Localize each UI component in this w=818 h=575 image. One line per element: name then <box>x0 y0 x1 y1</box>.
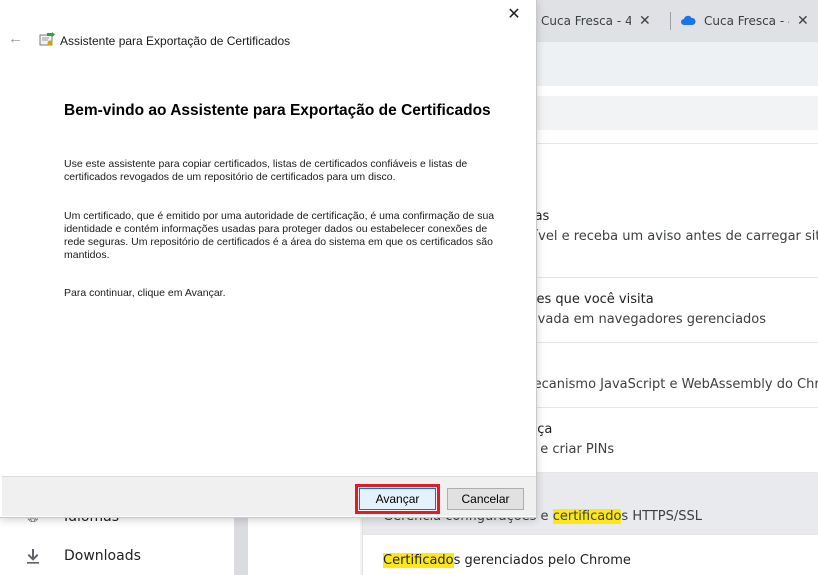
search-highlight: Certificado <box>383 553 454 568</box>
download-icon <box>24 547 42 565</box>
row-subtitle: ativada em navegadores gerenciados <box>521 312 767 327</box>
back-arrow-icon[interactable]: ← <box>8 30 23 47</box>
sidebar-item-downloads[interactable]: Downloads <box>24 547 141 565</box>
row-text: s gerenciados pelo Chrome <box>453 553 631 568</box>
dialog-footer: Avançar Cancelar <box>2 476 536 516</box>
certificate-icon <box>39 32 55 46</box>
next-button[interactable]: Avançar <box>355 484 440 514</box>
close-icon[interactable]: ✕ <box>502 4 526 24</box>
tab-title: Cuca Fresca - 4.4 <box>704 14 789 28</box>
managed-certificates-row[interactable]: Certificados gerenciados pelo Chrome <box>363 535 818 575</box>
sidebar-scrollbar[interactable] <box>234 515 248 575</box>
close-tab-icon[interactable]: ✕ <box>639 13 651 29</box>
instruction-paragraph: Para continuar, clique em Avançar. <box>64 287 226 299</box>
tab-title: Cuca Fresca - 4.4 <box>541 14 631 28</box>
browser-tab[interactable]: Cuca Fresca - 4.4 ✕ <box>541 8 651 34</box>
tab-separator <box>670 12 671 30</box>
close-tab-icon[interactable]: ✕ <box>797 13 809 29</box>
page-heading: Bem-vindo ao Assistente para Exportação … <box>64 102 491 119</box>
row-subtitle: mecanismo JavaScript e WebAssembly do Ch… <box>521 377 818 392</box>
dialog-title: Assistente para Exportação de Certificad… <box>60 34 291 48</box>
browser-tab[interactable]: Cuca Fresca - 4.4 ✕ <box>680 8 809 34</box>
cancel-button[interactable]: Cancelar <box>447 488 524 510</box>
search-highlight: certificado <box>552 509 622 524</box>
row-text: s HTTPS/SSL <box>621 509 702 524</box>
row-title: sites que você visita <box>521 292 654 307</box>
search-field[interactable] <box>520 96 818 130</box>
description-paragraph: Um certificado, que é emitido por uma au… <box>64 210 495 261</box>
intro-paragraph: Use este assistente para copiar certific… <box>64 158 468 183</box>
row-subtitle: ssível e receba um aviso antes de carreg… <box>521 229 818 244</box>
cloud-favicon-icon <box>681 15 696 25</box>
row-title: Certificados gerenciados pelo Chrome <box>383 553 631 568</box>
certificate-export-wizard: ✕ ← Assistente para Exportação de Certif… <box>0 0 537 518</box>
sidebar-item-label: Downloads <box>64 548 141 564</box>
